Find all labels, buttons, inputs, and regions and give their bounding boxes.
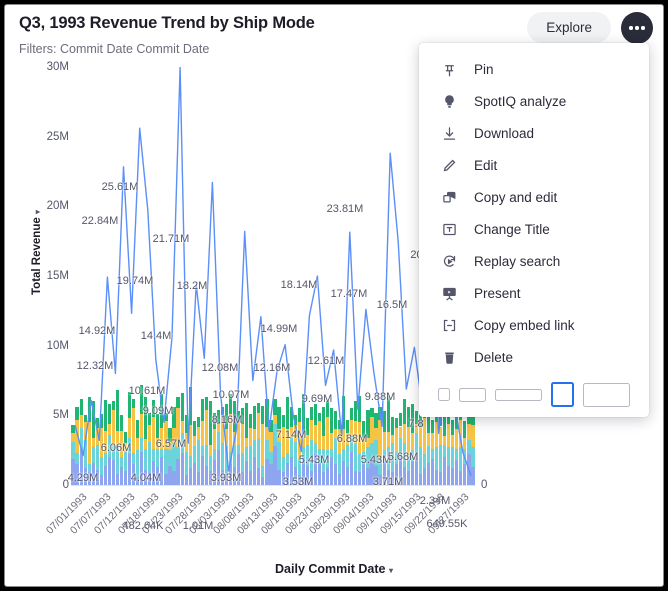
menu-item-label: Copy embed link — [474, 318, 575, 333]
data-label: 17.47M — [331, 288, 368, 300]
menu-item-copy-and-edit[interactable]: Copy and edit — [419, 181, 649, 213]
context-menu: Pin SpotIQ analyze Download Edit Copy and ed… — [419, 43, 649, 417]
data-label: 12.61M — [308, 355, 345, 367]
menu-item-download[interactable]: Download — [419, 117, 649, 149]
replay-icon — [438, 252, 460, 270]
menu-item-label: Pin — [474, 62, 494, 77]
download-icon — [438, 124, 460, 142]
data-label: 16.5M — [377, 299, 408, 311]
x-axis-baseline — [71, 485, 475, 486]
menu-item-label: Download — [474, 126, 534, 141]
menu-item-copy-embed-link[interactable]: Copy embed link — [419, 309, 649, 341]
data-label: 23.81M — [327, 203, 364, 215]
data-label: 14.99M — [261, 323, 298, 335]
lightbulb-icon — [438, 92, 460, 110]
data-label: 12.16M — [254, 362, 291, 374]
data-label: 4.04M — [131, 472, 162, 484]
filters-text: Filters: Commit Date Commit Date — [19, 42, 209, 56]
data-label: 9.69M — [302, 393, 333, 405]
presentation-icon — [438, 284, 460, 302]
data-label: 3.53M — [283, 476, 314, 488]
y-axis-tick: 5M — [23, 409, 69, 421]
data-label: 22.84M — [82, 215, 119, 227]
data-label: 21.71M — [153, 233, 190, 245]
copy-icon — [438, 188, 460, 206]
menu-item-replay-search[interactable]: Replay search — [419, 245, 649, 277]
data-label: 6.57M — [156, 438, 187, 450]
tile-size-selector — [419, 373, 649, 409]
y-axis-tick: 20M — [23, 200, 69, 212]
data-label: 5.43M — [361, 454, 392, 466]
data-label: 9.88M — [365, 391, 396, 403]
data-label: 25.61M — [102, 181, 139, 193]
menu-item-change-title[interactable]: Change Title — [419, 213, 649, 245]
menu-item-spotiq-analyze[interactable]: SpotIQ analyze — [419, 85, 649, 117]
y-axis-tick: 25M — [23, 131, 69, 143]
data-label: 14.92M — [79, 325, 116, 337]
pencil-icon — [438, 156, 460, 174]
y-axis-ticks: 05M10M15M20M25M30M — [5, 67, 69, 587]
data-label: 5.43M — [299, 454, 330, 466]
x-axis-ticks: 07/01/199307/07/199307/12/199307/18/1993… — [71, 491, 475, 561]
y-axis-tick: 30M — [23, 61, 69, 73]
trash-icon — [438, 348, 460, 366]
pin-icon — [438, 60, 460, 78]
menu-item-label: Replay search — [474, 254, 560, 269]
menu-item-label: Change Title — [474, 222, 550, 237]
data-label: 4.29M — [68, 472, 99, 484]
x-axis-title: Daily Commit Date ▾ — [5, 562, 663, 576]
page-title: Q3, 1993 Revenue Trend by Ship Mode — [19, 14, 315, 33]
trend-line[interactable] — [75, 67, 471, 476]
data-label: 19.74M — [117, 275, 154, 287]
size-small-option[interactable] — [438, 388, 450, 401]
menu-item-present[interactable]: Present — [419, 277, 649, 309]
size-medium-option[interactable] — [459, 388, 486, 402]
data-label: 3.93M — [211, 472, 242, 484]
explore-button[interactable]: Explore — [527, 12, 611, 43]
more-options-button[interactable] — [621, 12, 653, 44]
right-axis-zero-tick: 0 — [481, 479, 487, 491]
menu-item-label: Copy and edit — [474, 190, 557, 205]
chevron-down-icon[interactable]: ▾ — [389, 566, 393, 575]
data-label: 10.07M — [213, 389, 250, 401]
menu-item-pin[interactable]: Pin — [419, 53, 649, 85]
y-axis-tick: 0 — [23, 479, 69, 491]
menu-item-label: SpotIQ analyze — [474, 94, 566, 109]
chart-card: Q3, 1993 Revenue Trend by Ship Mode Filt… — [4, 4, 664, 587]
data-label: 12.08M — [202, 362, 239, 374]
size-extra-large-option[interactable] — [583, 383, 630, 407]
menu-item-label: Present — [474, 286, 521, 301]
menu-item-delete[interactable]: Delete — [419, 341, 649, 373]
data-label: 7.8 — [408, 418, 423, 430]
menu-item-edit[interactable]: Edit — [419, 149, 649, 181]
data-label: 10.61M — [129, 385, 166, 397]
data-label: 3.71M — [373, 476, 404, 488]
data-label: 12.32M — [77, 360, 114, 372]
more-horizontal-icon — [635, 26, 638, 29]
size-tall-option[interactable] — [551, 382, 575, 407]
size-wide-option[interactable] — [495, 389, 542, 401]
data-label: 5.68M — [388, 451, 419, 463]
menu-item-label: Delete — [474, 350, 513, 365]
data-label: 18.14M — [281, 279, 318, 291]
menu-item-label: Edit — [474, 158, 497, 173]
data-label: 6.06M — [101, 442, 132, 454]
more-horizontal-icon — [641, 26, 644, 29]
data-label: 18.2M — [177, 280, 208, 292]
embed-link-icon — [438, 316, 460, 334]
data-label: 6.88M — [337, 433, 368, 445]
x-axis-title-label: Daily Commit Date — [275, 562, 385, 576]
text-box-icon — [438, 220, 460, 238]
data-label: 14.4M — [141, 330, 172, 342]
y-axis-tick: 10M — [23, 340, 69, 352]
y-axis-tick: 15M — [23, 270, 69, 282]
more-horizontal-icon — [629, 26, 632, 29]
data-label: 7.14M — [276, 429, 307, 441]
data-label: 9.09M — [143, 405, 174, 417]
data-label: 8.16M — [212, 414, 243, 426]
context-menu-items: Pin SpotIQ analyze Download Edit Copy and ed… — [419, 53, 649, 373]
